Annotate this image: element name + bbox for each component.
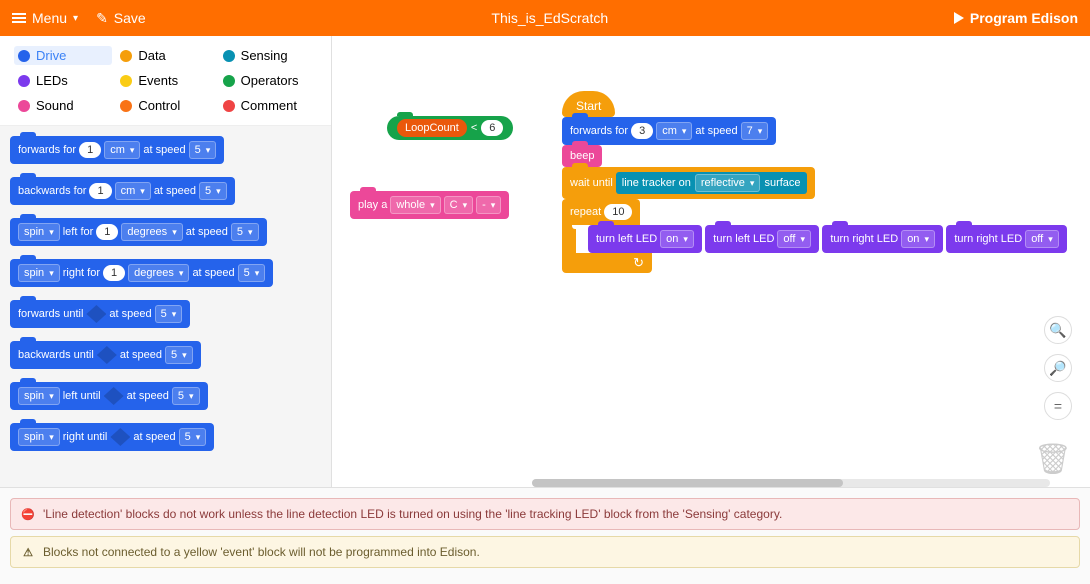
category-dot-icon (223, 50, 235, 62)
category-dot-icon (223, 100, 235, 112)
script-right-led-on[interactable]: turn right LEDon (822, 225, 943, 253)
repeat-footer[interactable] (562, 253, 652, 273)
category-label: Control (138, 98, 180, 113)
zoom-in-button[interactable]: 🔍 (1044, 316, 1072, 344)
pencil-icon: ✎ (96, 10, 108, 27)
category-label: Data (138, 48, 165, 63)
script-wait-until[interactable]: wait until line tracker onreflectivesurf… (562, 167, 815, 199)
block-forwards-for[interactable]: forwards for1cmat speed5 (10, 136, 224, 164)
category-dot-icon (18, 75, 30, 87)
main-area: Drive Data Sensing LEDs Events Operators Sound… (0, 36, 1090, 487)
category-label: Sensing (241, 48, 288, 63)
category-dot-icon (223, 75, 235, 87)
category-label: Events (138, 73, 178, 88)
repeat-body: turn left LEDon turn left LEDoff turn ri… (562, 225, 1067, 253)
category-label: Sound (36, 98, 74, 113)
error-message: ⛔ 'Line detection' blocks do not work un… (10, 498, 1080, 530)
error-icon: ⛔ (21, 507, 35, 521)
warning-message: ⚠ Blocks not connected to a yellow 'even… (10, 536, 1080, 568)
script-forwards-for[interactable]: forwards for3cmat speed7 (562, 117, 776, 145)
category-events[interactable]: Events (116, 71, 214, 90)
script-canvas[interactable]: LoopCount < 6 play awholeC- Start forwar… (332, 36, 1090, 487)
caret-down-icon: ▾ (73, 13, 78, 24)
category-leds[interactable]: LEDs (14, 71, 112, 90)
sensing-reporter[interactable]: line tracker onreflectivesurface (616, 172, 807, 194)
app-header: Menu ▾ ✎ Save This_is_EdScratch Program … (0, 0, 1090, 36)
block-palette[interactable]: forwards for1cmat speed5 backwards for1c… (0, 126, 331, 487)
category-grid: Drive Data Sensing LEDs Events Operators Sound… (0, 36, 331, 126)
script-left-led-on[interactable]: turn left LEDon (588, 225, 702, 253)
main-script[interactable]: Start forwards for3cmat speed7 beep wait… (562, 91, 1067, 273)
category-label: Operators (241, 73, 299, 88)
category-operators[interactable]: Operators (219, 71, 317, 90)
category-sensing[interactable]: Sensing (219, 46, 317, 65)
category-control[interactable]: Control (116, 96, 214, 115)
block-spin-left-for[interactable]: spinleft for1degreesat speed5 (10, 218, 267, 246)
category-dot-icon (120, 75, 132, 87)
menu-label: Menu (32, 10, 67, 26)
menu-button[interactable]: Menu ▾ (12, 10, 78, 26)
save-label: Save (114, 10, 146, 26)
category-drive[interactable]: Drive (14, 46, 112, 65)
project-title[interactable]: This_is_EdScratch (146, 10, 954, 26)
horizontal-scrollbar[interactable] (532, 479, 1050, 487)
category-label: Comment (241, 98, 297, 113)
block-backwards-until[interactable]: backwards untilat speed5 (10, 341, 201, 369)
left-column: Drive Data Sensing LEDs Events Operators Sound… (0, 36, 332, 487)
category-sound[interactable]: Sound (14, 96, 112, 115)
var-loopcount[interactable]: LoopCount (397, 119, 467, 137)
block-spin-right-until[interactable]: spinright untilat speed5 (10, 423, 214, 451)
menu-icon (12, 13, 26, 23)
zoom-reset-button[interactable]: = (1044, 392, 1072, 420)
category-data[interactable]: Data (116, 46, 214, 65)
save-button[interactable]: ✎ Save (96, 10, 146, 27)
category-dot-icon (18, 100, 30, 112)
play-icon (954, 12, 964, 24)
program-label: Program Edison (970, 10, 1078, 26)
category-label: LEDs (36, 73, 68, 88)
trash-icon[interactable]: 🗑 (1034, 442, 1072, 477)
block-backwards-for[interactable]: backwards for1cmat speed5 (10, 177, 235, 205)
start-hat[interactable]: Start (562, 91, 615, 117)
warnings-panel: ⛔ 'Line detection' blocks do not work un… (0, 487, 1090, 584)
script-left-led-off[interactable]: turn left LEDoff (705, 225, 819, 253)
zoom-out-button[interactable]: 🔎 (1044, 354, 1072, 382)
loose-operator-block[interactable]: LoopCount < 6 (387, 116, 513, 140)
category-comment[interactable]: Comment (219, 96, 317, 115)
zoom-controls: 🔍 🔎 = (1044, 316, 1072, 420)
warning-icon: ⚠ (21, 545, 35, 559)
script-right-led-off[interactable]: turn right LEDoff (946, 225, 1066, 253)
category-dot-icon (120, 50, 132, 62)
category-dot-icon (120, 100, 132, 112)
block-spin-right-for[interactable]: spinright for1degreesat speed5 (10, 259, 273, 287)
category-label: Drive (36, 48, 66, 63)
block-spin-left-until[interactable]: spinleft untilat speed5 (10, 382, 208, 410)
category-dot-icon (18, 50, 30, 62)
loose-sound-block[interactable]: play awholeC- (350, 191, 509, 232)
program-button[interactable]: Program Edison (954, 10, 1078, 26)
block-forwards-until[interactable]: forwards untilat speed5 (10, 300, 190, 328)
